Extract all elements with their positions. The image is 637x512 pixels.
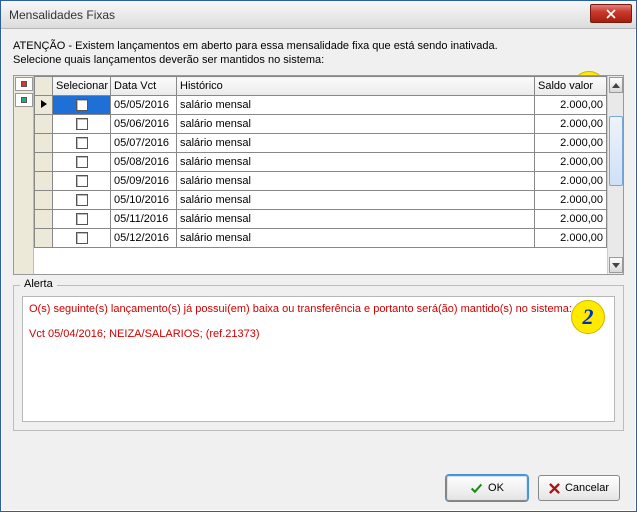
check-icon [470,482,483,495]
cell-date: 05/10/2016 [111,191,177,210]
cell-hist: salário mensal [177,115,535,134]
table-row[interactable]: 05/05/2016salário mensal2.000,00 [35,96,607,115]
cell-hist: salário mensal [177,96,535,115]
button-bar: OK Cancelar [446,475,620,501]
ok-button[interactable]: OK [446,475,528,501]
cell-value: 2.000,00 [535,96,607,115]
cell-select[interactable] [53,172,111,191]
cell-hist: salário mensal [177,210,535,229]
cell-value: 2.000,00 [535,134,607,153]
checkbox[interactable] [76,99,88,111]
row-indicator [35,153,53,172]
checkbox[interactable] [76,232,88,244]
close-icon [606,9,616,19]
row-indicator [35,229,53,248]
scroll-thumb[interactable] [609,116,623,186]
instr-line2: Selecione quais lançamentos deverão ser … [13,54,324,66]
grid-header-row: Selecionar Data Vct Histórico Saldo valo… [35,77,607,96]
cell-date: 05/06/2016 [111,115,177,134]
cancel-button[interactable]: Cancelar [538,475,620,501]
checkbox[interactable] [76,118,88,130]
dialog-window: Mensalidades Fixas ATENÇÃO - Existem lan… [0,0,637,512]
cell-value: 2.000,00 [535,172,607,191]
cell-hist: salário mensal [177,229,535,248]
cancel-label: Cancelar [565,482,609,494]
cell-date: 05/11/2016 [111,210,177,229]
cell-date: 05/12/2016 [111,229,177,248]
titlebar: Mensalidades Fixas [1,1,636,29]
checkbox[interactable] [76,194,88,206]
cell-select[interactable] [53,229,111,248]
grid-table: Selecionar Data Vct Histórico Saldo valo… [34,76,607,248]
row-indicator [35,115,53,134]
table-row[interactable]: 05/11/2016salário mensal2.000,00 [35,210,607,229]
scroll-down-button[interactable] [609,257,623,273]
cell-value: 2.000,00 [535,115,607,134]
row-indicator [35,191,53,210]
grid-corner [35,77,53,96]
col-select[interactable]: Selecionar [53,77,111,96]
cell-value: 2.000,00 [535,191,607,210]
cell-select[interactable] [53,210,111,229]
alert-body: O(s) seguinte(s) lançamento(s) já possui… [22,296,615,422]
chevron-up-icon [612,83,620,88]
checkbox[interactable] [76,213,88,225]
alert-line2: Vct 05/04/2016; NEIZA/SALARIOS; (ref.213… [29,327,608,342]
alert-legend: Alerta [20,278,57,290]
cell-value: 2.000,00 [535,229,607,248]
ok-label: OK [488,482,504,494]
close-button[interactable] [590,4,632,23]
cell-date: 05/09/2016 [111,172,177,191]
instructions: ATENÇÃO - Existem lançamentos em aberto … [13,39,624,67]
current-row-icon [41,100,47,108]
select-all-button[interactable] [15,93,33,107]
cell-hist: salário mensal [177,134,535,153]
col-value[interactable]: Saldo valor [535,77,607,96]
checkbox[interactable] [76,137,88,149]
cell-hist: salário mensal [177,153,535,172]
checkbox[interactable] [76,175,88,187]
row-indicator [35,96,53,115]
cell-date: 05/05/2016 [111,96,177,115]
cell-hist: salário mensal [177,172,535,191]
vertical-scrollbar[interactable] [607,76,623,274]
row-toolbar [14,76,34,274]
row-indicator [35,172,53,191]
deselect-all-button[interactable] [15,77,33,91]
cell-date: 05/07/2016 [111,134,177,153]
cell-select[interactable] [53,96,111,115]
alert-frame: Alerta O(s) seguinte(s) lançamento(s) já… [13,285,624,431]
grid: Selecionar Data Vct Histórico Saldo valo… [13,75,624,275]
cell-select[interactable] [53,191,111,210]
table-row[interactable]: 05/08/2016salário mensal2.000,00 [35,153,607,172]
chevron-down-icon [612,263,620,268]
table-row[interactable]: 05/07/2016salário mensal2.000,00 [35,134,607,153]
table-row[interactable]: 05/09/2016salário mensal2.000,00 [35,172,607,191]
table-row[interactable]: 05/06/2016salário mensal2.000,00 [35,115,607,134]
row-indicator [35,210,53,229]
x-icon [549,483,560,494]
window-title: Mensalidades Fixas [9,8,115,22]
cell-select[interactable] [53,153,111,172]
table-row[interactable]: 05/10/2016salário mensal2.000,00 [35,191,607,210]
col-hist[interactable]: Histórico [177,77,535,96]
instr-line1: ATENÇÃO - Existem lançamentos em aberto … [13,40,498,52]
cell-select[interactable] [53,115,111,134]
cell-date: 05/08/2016 [111,153,177,172]
cell-hist: salário mensal [177,191,535,210]
cell-select[interactable] [53,134,111,153]
cell-value: 2.000,00 [535,153,607,172]
row-indicator [35,134,53,153]
table-row[interactable]: 05/12/2016salário mensal2.000,00 [35,229,607,248]
scroll-up-button[interactable] [609,77,623,93]
alert-line1: O(s) seguinte(s) lançamento(s) já possui… [29,302,608,317]
checkbox[interactable] [76,156,88,168]
col-date[interactable]: Data Vct [111,77,177,96]
cell-value: 2.000,00 [535,210,607,229]
callout-2: 2 [571,300,605,334]
